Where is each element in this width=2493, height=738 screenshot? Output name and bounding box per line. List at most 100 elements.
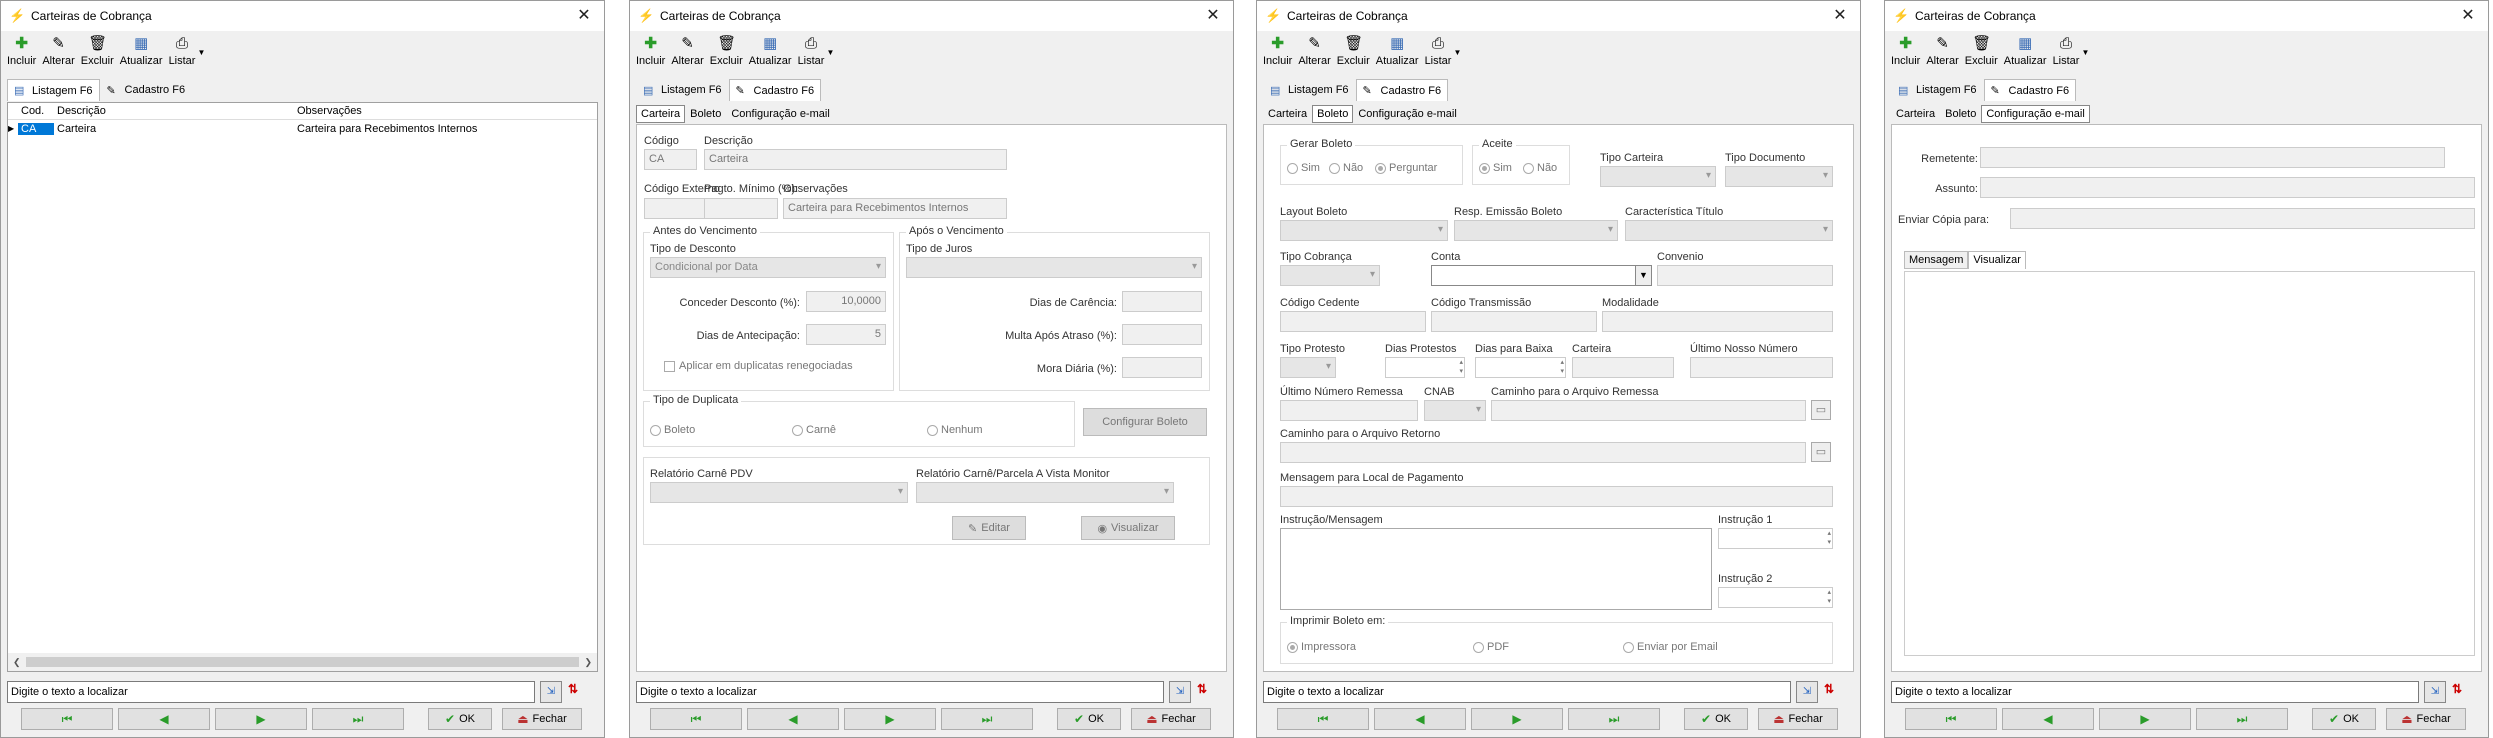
- impressora-radio[interactable]: Impressora: [1287, 641, 1356, 653]
- last-record-button[interactable]: ⏭: [2196, 708, 2288, 730]
- tipo-carteira-select[interactable]: [1600, 166, 1716, 187]
- visualizar-button[interactable]: ◉ Visualizar: [1081, 516, 1175, 540]
- caminho-retorno-field[interactable]: [1280, 442, 1806, 463]
- enviar-copia-field[interactable]: [2010, 208, 2475, 229]
- cell-observacoes[interactable]: Carteira para Recebimentos Internos: [294, 123, 574, 135]
- first-record-button[interactable]: ⏮: [1277, 708, 1369, 730]
- ok-button[interactable]: ✔ OK: [1057, 708, 1121, 730]
- tab-configuracao-email[interactable]: Configuração e-mail: [1353, 105, 1461, 123]
- listar-button[interactable]: ⎙ Listar: [1425, 31, 1452, 67]
- editar-button[interactable]: ✎ Editar: [952, 516, 1026, 540]
- relatorio-monitor-select[interactable]: [916, 482, 1174, 503]
- chevron-down-icon[interactable]: ▼: [1453, 48, 1461, 57]
- tab-boleto[interactable]: Boleto: [685, 105, 726, 123]
- mora-field[interactable]: [1122, 357, 1202, 378]
- search-input[interactable]: Digite o texto a localizar: [1263, 681, 1791, 703]
- caminho-remessa-field[interactable]: [1491, 400, 1806, 421]
- prior-record-button[interactable]: ◀: [1374, 708, 1466, 730]
- prior-record-button[interactable]: ◀: [747, 708, 839, 730]
- alterar-button[interactable]: ✎ Alterar: [42, 31, 74, 67]
- gerar-nao-radio[interactable]: Não: [1329, 162, 1363, 174]
- instrucao-mensagem-memo[interactable]: [1280, 528, 1712, 610]
- duplicata-carne-radio[interactable]: Carnê: [792, 424, 836, 436]
- aceite-sim-radio[interactable]: Sim: [1479, 162, 1512, 174]
- chevron-down-icon[interactable]: ▼: [197, 48, 205, 57]
- dias-antecipacao-field[interactable]: 5: [806, 324, 886, 345]
- incluir-button[interactable]: ✚ Incluir: [636, 31, 665, 67]
- tab-listagem[interactable]: ▤ Listagem F6: [1263, 79, 1356, 101]
- incluir-button[interactable]: ✚ Incluir: [1891, 31, 1920, 67]
- gerar-perguntar-radio[interactable]: Perguntar: [1375, 162, 1437, 174]
- tab-carteira[interactable]: Carteira: [636, 105, 686, 123]
- fechar-button[interactable]: ⏏ Fechar: [1758, 708, 1838, 730]
- folder-icon[interactable]: ▭: [1811, 400, 1831, 420]
- chevron-down-icon[interactable]: ▼: [826, 48, 834, 57]
- tab-cadastro[interactable]: ✎ Cadastro F6: [1355, 79, 1449, 101]
- tab-listagem[interactable]: ▤ Listagem F6: [636, 79, 729, 101]
- sort-icon[interactable]: ⇅: [1824, 682, 1834, 696]
- next-record-button[interactable]: ▶: [844, 708, 936, 730]
- close-icon[interactable]: ✕: [574, 6, 594, 26]
- fechar-button[interactable]: ⏏ Fechar: [502, 708, 582, 730]
- prior-record-button[interactable]: ◀: [118, 708, 210, 730]
- atualizar-button[interactable]: ▦ Atualizar: [749, 31, 792, 67]
- scroll-right-icon[interactable]: ❯: [584, 657, 592, 668]
- gerar-sim-radio[interactable]: Sim: [1287, 162, 1320, 174]
- prior-record-button[interactable]: ◀: [2002, 708, 2094, 730]
- enviar-email-radio[interactable]: Enviar por Email: [1623, 641, 1718, 653]
- tipo-protesto-select[interactable]: [1280, 357, 1336, 378]
- resp-emissao-select[interactable]: [1454, 220, 1618, 241]
- tipo-desconto-select[interactable]: Condicional por Data: [650, 257, 886, 278]
- tab-boleto[interactable]: Boleto: [1312, 105, 1354, 123]
- next-record-button[interactable]: ▶: [215, 708, 307, 730]
- last-record-button[interactable]: ⏭: [312, 708, 404, 730]
- pdf-radio[interactable]: PDF: [1473, 641, 1509, 653]
- tipo-cobranca-select[interactable]: [1280, 265, 1380, 286]
- listar-button[interactable]: ⎙ Listar: [798, 31, 825, 67]
- search-input[interactable]: Digite o texto a localizar: [636, 681, 1164, 703]
- ok-button[interactable]: ✔ OK: [2312, 708, 2376, 730]
- horizontal-scrollbar[interactable]: ❮ ❯: [8, 653, 597, 671]
- atualizar-button[interactable]: ▦ Atualizar: [2004, 31, 2047, 67]
- atualizar-button[interactable]: ▦ Atualizar: [1376, 31, 1419, 67]
- tipo-juros-select[interactable]: [906, 257, 1202, 278]
- sort-icon[interactable]: ⇅: [568, 682, 578, 696]
- relatorio-carne-select[interactable]: [650, 482, 908, 503]
- tab-visualizar[interactable]: Visualizar: [1968, 251, 2026, 269]
- dias-carencia-field[interactable]: [1122, 291, 1202, 312]
- instrucao1-stepper[interactable]: [1718, 528, 1833, 549]
- excluir-button[interactable]: 🗑 Excluir: [1337, 31, 1370, 67]
- alterar-button[interactable]: ✎ Alterar: [1298, 31, 1330, 67]
- remetente-field[interactable]: [1980, 147, 2445, 168]
- assunto-field[interactable]: [1980, 177, 2475, 198]
- mensagem-field[interactable]: [1280, 486, 1833, 507]
- multa-field[interactable]: [1122, 324, 1202, 345]
- tab-cadastro[interactable]: ✎ Cadastro F6: [728, 79, 822, 101]
- caracteristica-select[interactable]: [1625, 220, 1833, 241]
- close-icon[interactable]: ✕: [2458, 6, 2478, 26]
- search-input[interactable]: Digite o texto a localizar: [1891, 681, 2419, 703]
- first-record-button[interactable]: ⏮: [650, 708, 742, 730]
- cell-descricao[interactable]: Carteira: [54, 123, 294, 135]
- aplicar-checkbox[interactable]: Aplicar em duplicatas renegociadas: [664, 360, 853, 372]
- alterar-button[interactable]: ✎ Alterar: [1926, 31, 1958, 67]
- find-button[interactable]: ⇲: [1169, 681, 1191, 703]
- cell-cod[interactable]: CA: [18, 122, 54, 135]
- sort-icon[interactable]: ⇅: [1197, 682, 1207, 696]
- fechar-button[interactable]: ⏏ Fechar: [1131, 708, 1211, 730]
- find-button[interactable]: ⇲: [540, 681, 562, 703]
- conta-select[interactable]: ▼: [1431, 265, 1652, 286]
- find-button[interactable]: ⇲: [1796, 681, 1818, 703]
- codigo-transmissao-field[interactable]: [1431, 311, 1597, 332]
- scroll-left-icon[interactable]: ❮: [13, 657, 21, 668]
- incluir-button[interactable]: ✚ Incluir: [1263, 31, 1292, 67]
- search-input[interactable]: Digite o texto a localizar: [7, 681, 535, 703]
- tab-carteira[interactable]: Carteira: [1263, 105, 1312, 123]
- modalidade-field[interactable]: [1602, 311, 1833, 332]
- alterar-button[interactable]: ✎ Alterar: [671, 31, 703, 67]
- first-record-button[interactable]: ⏮: [21, 708, 113, 730]
- chevron-down-icon[interactable]: ▼: [1635, 266, 1651, 285]
- observacoes-field[interactable]: Carteira para Recebimentos Internos: [783, 198, 1007, 219]
- dias-protestos-stepper[interactable]: [1385, 357, 1465, 378]
- excluir-button[interactable]: 🗑 Excluir: [710, 31, 743, 67]
